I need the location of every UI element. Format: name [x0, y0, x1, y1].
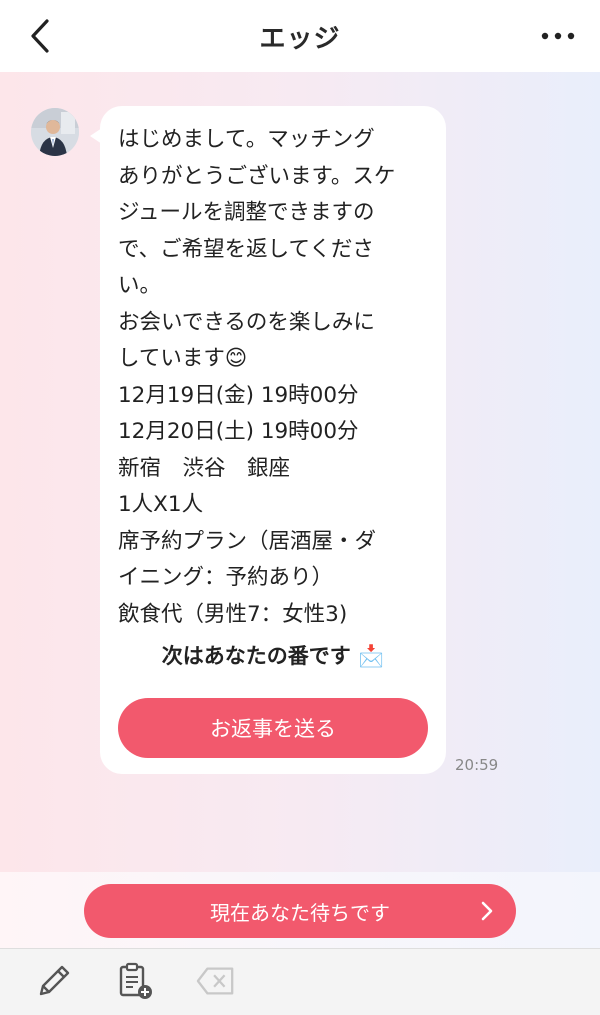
chevron-left-icon: [31, 19, 49, 53]
header: エッジ: [0, 0, 600, 72]
avatar[interactable]: [31, 108, 79, 156]
message-bubble: はじめまして。マッチング ありがとうございます。スケ ジュールを調整できますの …: [90, 106, 446, 774]
more-button[interactable]: [538, 24, 578, 48]
pencil-icon: [39, 965, 70, 996]
turn-notice: 次はあなたの番です 📩: [100, 640, 446, 670]
chat-area: はじめまして。マッチング ありがとうございます。スケ ジュールを調整できますの …: [0, 72, 600, 872]
edit-button[interactable]: [34, 961, 74, 1001]
message-text: はじめまして。マッチング ありがとうございます。スケ ジュールを調整できますの …: [118, 127, 396, 627]
avatar-image: [31, 108, 79, 156]
clipboard-add-icon: [119, 962, 152, 999]
back-button[interactable]: [20, 14, 60, 58]
more-horizontal-icon: [541, 32, 575, 40]
chevron-right-icon: [481, 901, 493, 921]
status-label: 現在あなた待ちです: [210, 900, 390, 925]
envelope-icon: 📩: [358, 644, 385, 668]
template-button[interactable]: [116, 961, 156, 1001]
delete-button[interactable]: [196, 961, 236, 1001]
page-title: エッジ: [259, 23, 341, 54]
reply-button[interactable]: お返事を送る: [118, 698, 428, 758]
backspace-icon: [196, 967, 234, 995]
message-time: 20:59: [455, 756, 499, 774]
turn-label: 次はあなたの番です: [161, 644, 351, 668]
status-button[interactable]: 現在あなた待ちです: [84, 884, 516, 938]
bottom-toolbar: [0, 948, 600, 1015]
status-bar: 現在あなた待ちです: [0, 872, 600, 948]
